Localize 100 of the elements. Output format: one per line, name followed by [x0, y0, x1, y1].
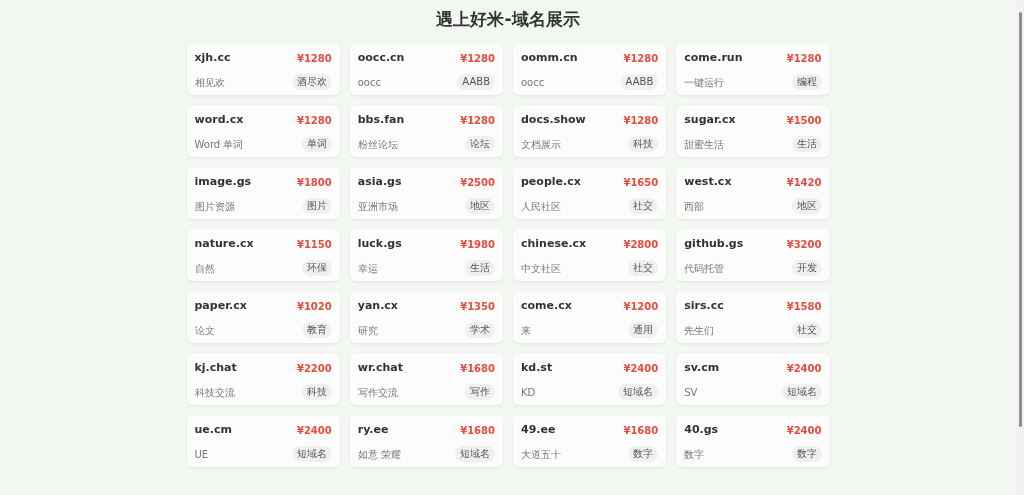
domain-name: oocc.cn: [357, 50, 405, 66]
domain-name: come.cx: [521, 298, 572, 314]
price: ¥1280: [460, 51, 495, 66]
domain-name: come.run: [684, 50, 743, 66]
price: ¥1280: [296, 51, 332, 66]
category-tag: 短域名: [455, 446, 495, 462]
domain-card[interactable]: nature.cx ¥1150 自然 环保: [186, 229, 340, 281]
domain-name: nature.cx: [194, 236, 254, 252]
price: ¥1980: [460, 237, 495, 252]
domain-card[interactable]: xjh.cc ¥1280 相见欢 酒尽欢: [186, 43, 340, 95]
domain-description: 自然: [194, 261, 215, 276]
domain-card[interactable]: luck.gs ¥1980 幸运 生活: [349, 229, 503, 281]
domain-card[interactable]: word.cx ¥1280 Word 单词 单词: [186, 105, 340, 157]
domain-card[interactable]: docs.show ¥1280 文档展示 科技: [513, 105, 667, 157]
domain-card[interactable]: 49.ee ¥1680 大道五十 数字: [513, 415, 667, 467]
price: ¥2400: [786, 361, 822, 376]
domain-card[interactable]: west.cx ¥1420 西部 地区: [676, 167, 830, 219]
domain-description: SV: [684, 385, 698, 400]
category-tag: AABB: [457, 74, 495, 90]
domain-name: docs.show: [521, 112, 586, 128]
price: ¥1280: [786, 51, 822, 66]
price: ¥1280: [296, 113, 332, 128]
domain-name: wr.chat: [357, 360, 403, 376]
domain-card[interactable]: github.gs ¥3200 代码托管 开发: [676, 229, 830, 281]
category-tag: 教育: [301, 322, 332, 338]
domain-description: oocc: [357, 75, 381, 90]
scrollbar-thumb[interactable]: [1018, 12, 1022, 427]
domain-card[interactable]: come.run ¥1280 一键运行 编程: [676, 43, 830, 95]
domain-card[interactable]: wr.chat ¥1680 写作交流 写作: [349, 353, 503, 405]
domain-name: yan.cx: [357, 298, 398, 314]
domain-description: oocc: [521, 75, 545, 90]
domain-name: west.cx: [684, 174, 732, 190]
category-tag: 社交: [791, 322, 822, 338]
domain-description: 代码托管: [684, 261, 725, 276]
domain-name: asia.gs: [357, 174, 402, 190]
price: ¥2400: [623, 361, 659, 376]
domain-description: 科技交流: [194, 385, 235, 400]
domain-card[interactable]: sirs.cc ¥1580 先生们 社交: [676, 291, 830, 343]
domain-card[interactable]: 40.gs ¥2400 数字 数字: [676, 415, 830, 467]
category-tag: 图片: [301, 198, 332, 214]
category-tag: 生活: [465, 260, 495, 276]
category-tag: 通用: [628, 322, 659, 338]
domain-card[interactable]: kj.chat ¥2200 科技交流 科技: [186, 353, 340, 405]
category-tag: 生活: [791, 136, 822, 152]
domain-name: word.cx: [194, 112, 244, 128]
domain-card[interactable]: sugar.cx ¥1500 甜蜜生活 生活: [676, 105, 830, 157]
domain-description: KD: [521, 385, 536, 400]
domain-card[interactable]: chinese.cx ¥2800 中文社区 社交: [513, 229, 667, 281]
domain-card[interactable]: ue.cm ¥2400 UE 短域名: [186, 415, 340, 467]
domain-name: chinese.cx: [521, 236, 587, 252]
domain-name: ry.ee: [357, 422, 389, 438]
domain-description: 来: [521, 323, 531, 338]
domain-name: luck.gs: [357, 236, 402, 252]
domain-name: kj.chat: [194, 360, 237, 376]
category-tag: 数字: [628, 446, 659, 462]
domain-name: github.gs: [684, 236, 744, 252]
domain-name: bbs.fan: [357, 112, 405, 128]
price: ¥1020: [296, 299, 332, 314]
price: ¥1420: [786, 175, 822, 190]
price: ¥1200: [623, 299, 659, 314]
domain-card[interactable]: oocc.cn ¥1280 oocc AABB: [349, 43, 503, 95]
domain-name: paper.cx: [194, 298, 247, 314]
domain-card[interactable]: yan.cx ¥1350 研究 学术: [349, 291, 503, 343]
domain-card[interactable]: ry.ee ¥1680 如意 荣耀 短域名: [349, 415, 503, 467]
scrollbar[interactable]: [1016, 0, 1024, 495]
domain-card[interactable]: image.gs ¥1800 图片资源 图片: [186, 167, 340, 219]
price: ¥1800: [296, 175, 332, 190]
price: ¥1280: [623, 113, 659, 128]
domain-description: 一键运行: [684, 75, 725, 90]
category-tag: 酒尽欢: [291, 74, 332, 90]
domain-card[interactable]: kd.st ¥2400 KD 短域名: [513, 353, 667, 405]
domain-description: 甜蜜生活: [684, 137, 725, 152]
category-tag: 数字: [791, 446, 822, 462]
domain-description: 先生们: [684, 323, 715, 338]
domain-card[interactable]: asia.gs ¥2500 亚洲市场 地区: [349, 167, 503, 219]
domain-description: UE: [194, 447, 209, 462]
domain-card[interactable]: people.cx ¥1650 人民社区 社交: [513, 167, 667, 219]
domain-card[interactable]: come.cx ¥1200 来 通用: [513, 291, 667, 343]
domain-description: 人民社区: [521, 199, 561, 214]
domain-name: sirs.cc: [684, 298, 724, 314]
category-tag: 论坛: [465, 136, 495, 152]
price: ¥2400: [786, 423, 822, 438]
domain-name: people.cx: [521, 174, 581, 190]
price: ¥1500: [786, 113, 822, 128]
domain-name: xjh.cc: [194, 50, 231, 66]
domain-card[interactable]: sv.cm ¥2400 SV 短域名: [676, 353, 830, 405]
category-tag: 环保: [301, 260, 332, 276]
domain-description: 西部: [684, 199, 705, 214]
domain-description: 粉丝论坛: [357, 137, 398, 152]
domain-card[interactable]: bbs.fan ¥1280 粉丝论坛 论坛: [349, 105, 503, 157]
category-tag: 社交: [628, 198, 659, 214]
category-tag: 社交: [628, 260, 659, 276]
domain-card[interactable]: oomm.cn ¥1280 oocc AABB: [513, 43, 667, 95]
category-tag: 科技: [301, 384, 332, 400]
category-tag: 地区: [791, 198, 822, 214]
price: ¥1150: [296, 237, 332, 252]
domain-description: 研究: [357, 323, 378, 338]
price: ¥1280: [623, 51, 659, 66]
price: ¥1680: [460, 361, 495, 376]
domain-card[interactable]: paper.cx ¥1020 论文 教育: [186, 291, 340, 343]
